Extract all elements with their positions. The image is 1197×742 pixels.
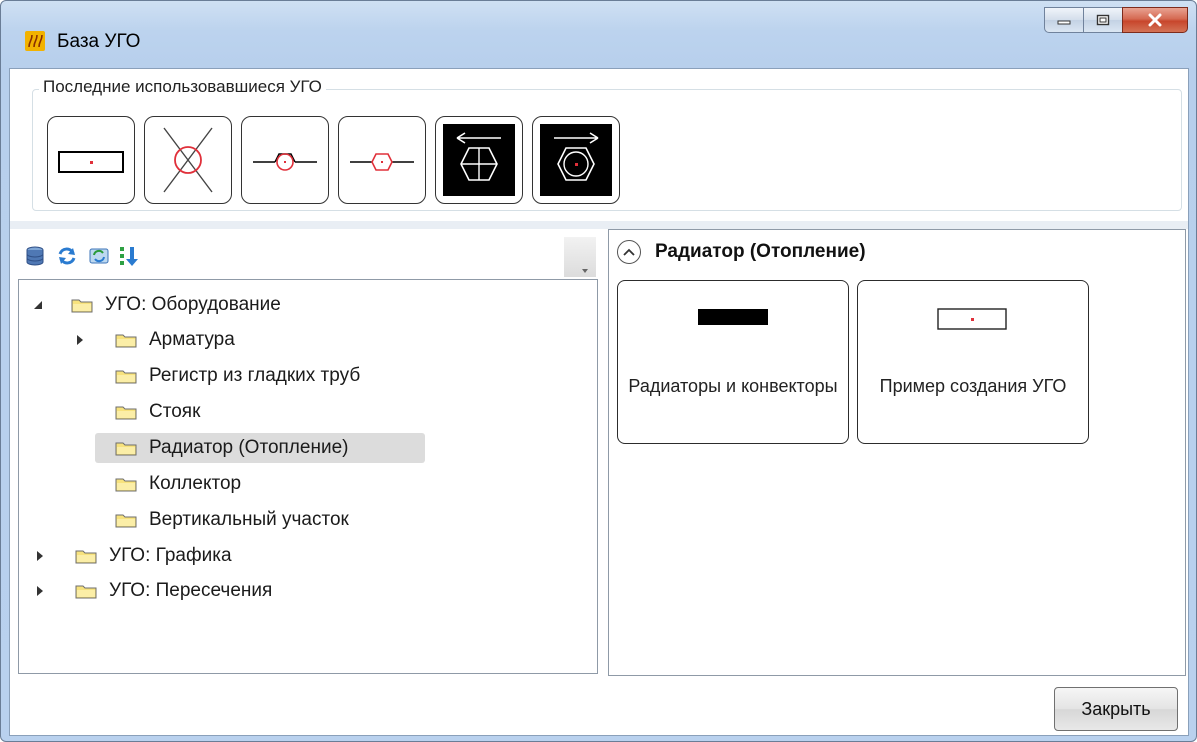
caption-buttons: [1044, 7, 1188, 33]
content-title: Радиатор (Отопление): [655, 241, 866, 262]
app-logo-icon: [25, 31, 45, 51]
collapsed-arrow-icon[interactable]: [75, 335, 85, 345]
close-icon: [1148, 13, 1162, 27]
chevron-up-icon: [623, 248, 635, 256]
ugo-card-radiators[interactable]: Радиаторы и конвекторы: [617, 280, 849, 444]
recent-ugo-group: Последние использовавшиеся УГО: [32, 77, 1182, 211]
card-image: [618, 307, 848, 327]
dialog-footer: Закрыть: [10, 679, 1188, 735]
tree-item-fittings[interactable]: Арматура: [75, 325, 235, 355]
recent-ugo-3[interactable]: [241, 116, 329, 204]
folder-icon: [75, 585, 97, 599]
tree-item-label: Арматура: [149, 329, 235, 350]
tree-item-vertical-section[interactable]: Вертикальный участок: [115, 505, 349, 535]
toolbar-overflow-grip[interactable]: [564, 237, 596, 277]
tree-item-label: УГО: Пересечения: [109, 580, 273, 601]
maximize-button[interactable]: [1083, 7, 1122, 33]
recent-ugo-label: Последние использовавшиеся УГО: [39, 77, 326, 97]
minimize-button[interactable]: [1044, 7, 1083, 33]
folder-icon: [75, 550, 97, 564]
collapsed-arrow-icon[interactable]: [35, 586, 45, 596]
valve-circle-symbol: [253, 153, 317, 171]
filled-black-rect: [698, 309, 768, 325]
folder-icon: [115, 370, 137, 384]
recent-ugo-4[interactable]: [338, 116, 426, 204]
tree-item-intersections[interactable]: УГО: Пересечения: [35, 576, 272, 606]
tree-item-label: Стояк: [149, 401, 201, 422]
database-icon[interactable]: [24, 245, 46, 267]
folder-icon: [115, 406, 137, 420]
direction-hexagon-black-symbol: [540, 124, 612, 196]
tree-item-label: Регистр из гладких труб: [149, 365, 361, 386]
tree-item-label: Коллектор: [149, 473, 242, 494]
folder-icon: [115, 514, 137, 528]
tree-item-label: Радиатор (Отопление): [149, 437, 349, 458]
refresh-icon[interactable]: [56, 245, 78, 267]
valve-hexagon-symbol: [350, 153, 414, 171]
chevron-down-icon: [582, 269, 588, 273]
collapse-button[interactable]: [617, 240, 641, 264]
tree-item-label: УГО: Графика: [109, 545, 232, 566]
tree-item-smooth-pipe-register[interactable]: Регистр из гладких труб: [115, 361, 360, 391]
category-tree: УГО: Оборудование Арматура Регистр из гл…: [18, 279, 598, 674]
tree-item-equipment[interactable]: УГО: Оборудование: [33, 290, 281, 320]
folder-icon: [115, 442, 137, 456]
tree-item-graphics[interactable]: УГО: Графика: [35, 541, 232, 571]
outline-rect-with-dot: [937, 308, 1007, 330]
content-header: Радиатор (Отопление): [617, 240, 866, 264]
folder-icon: [115, 478, 137, 492]
recent-ugo-5[interactable]: [435, 116, 523, 204]
card-label: Пример создания УГО: [879, 376, 1067, 396]
expanded-arrow-icon[interactable]: [33, 300, 43, 310]
dialog-window: База УГО Последние использовавшиеся УГО: [0, 0, 1197, 742]
sort-icon[interactable]: [118, 245, 140, 267]
riser-cross-symbol: [163, 127, 213, 193]
recent-ugo-1[interactable]: [47, 116, 135, 204]
close-window-button[interactable]: [1122, 7, 1188, 33]
direction-circle-black-symbol: [443, 124, 515, 196]
folder-icon: [115, 334, 137, 348]
maximize-icon: [1096, 14, 1110, 26]
title-bar[interactable]: База УГО: [1, 1, 1196, 67]
card-image: [858, 307, 1088, 333]
ugo-content-panel: Радиатор (Отопление) Радиаторы и конвект…: [608, 229, 1186, 676]
dialog-client-area: Последние использовавшиеся УГО УГО: Обор…: [9, 68, 1189, 736]
horizontal-splitter[interactable]: [10, 221, 1188, 229]
minimize-icon: [1057, 20, 1071, 25]
collapsed-arrow-icon[interactable]: [35, 551, 45, 561]
folder-icon: [71, 299, 93, 313]
ugo-card-example[interactable]: Пример создания УГО: [857, 280, 1089, 444]
recent-ugo-6[interactable]: [532, 116, 620, 204]
tree-item-label: УГО: Оборудование: [105, 294, 281, 315]
tree-panel: УГО: Оборудование Арматура Регистр из гл…: [18, 229, 598, 674]
close-button[interactable]: Закрыть: [1054, 687, 1178, 731]
tree-toolbar: [18, 229, 598, 279]
recent-ugo-section: Последние использовавшиеся УГО: [10, 69, 1188, 221]
tree-item-radiator-heating[interactable]: Радиатор (Отопление): [95, 433, 425, 463]
tree-item-label: Вертикальный участок: [149, 509, 349, 530]
ugo-card-list: Радиаторы и конвекторы Пример создания У…: [617, 280, 1089, 444]
sync-icon[interactable]: [88, 245, 110, 267]
tree-item-riser[interactable]: Стояк: [115, 397, 200, 427]
card-label: Радиаторы и конвекторы: [628, 376, 838, 396]
recent-ugo-2[interactable]: [144, 116, 232, 204]
radiator-rect-symbol: [58, 151, 124, 173]
window-title: База УГО: [57, 31, 141, 52]
recent-ugo-list: [47, 116, 620, 204]
tree-item-collector[interactable]: Коллектор: [115, 469, 241, 499]
